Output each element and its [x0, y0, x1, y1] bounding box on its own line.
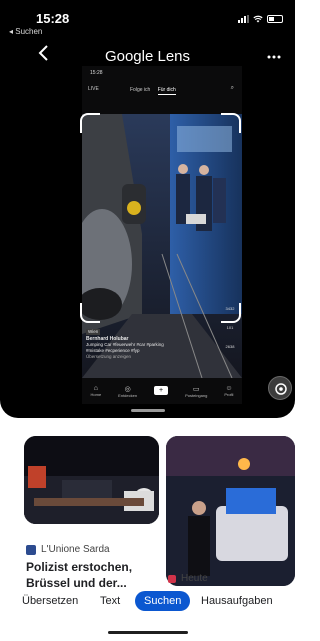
result-source-name: L'Unione Sarda	[41, 544, 110, 555]
lens-search-button[interactable]	[268, 376, 292, 400]
inner-nav-label: Home	[90, 392, 102, 397]
result-thumbnail	[24, 436, 159, 524]
lens-viewer: 15:28 ◂ Suchen Google Lens 15:28 LIVE Fo…	[0, 0, 295, 418]
status-time: 15:28	[36, 11, 70, 26]
crop-handle-top-right[interactable]	[221, 113, 241, 133]
home-icon: ⌂	[93, 385, 98, 392]
lens-icon	[275, 383, 287, 395]
result-title[interactable]: Polizist erstochen, Brüssel und der...	[26, 559, 162, 588]
battery-icon	[267, 15, 283, 23]
inner-nav-label: Profil	[224, 392, 234, 397]
more-horiz-icon	[267, 55, 281, 59]
wifi-icon	[253, 15, 263, 23]
inner-share-count: 2638	[225, 344, 235, 349]
tab-text[interactable]: Text	[100, 595, 120, 607]
inbox-icon: ▭	[192, 385, 200, 393]
sheet-drag-handle[interactable]	[131, 409, 165, 412]
plus-icon: +	[154, 386, 169, 395]
inner-search-icon: ⌕	[230, 85, 234, 91]
inner-nav-label: Posteingang	[185, 392, 208, 398]
status-icons	[238, 15, 283, 23]
inner-live-badge: LIVE	[88, 86, 99, 92]
compass-icon: ◎	[124, 385, 131, 393]
signal-icon	[238, 15, 249, 23]
profile-icon: ☺	[225, 385, 233, 392]
inner-status-time: 15:28	[90, 70, 103, 76]
crop-handle-bottom-right[interactable]	[221, 303, 241, 323]
inner-location-badge: Wien	[86, 329, 101, 335]
inner-nav-discover: ◎ Entdecken	[118, 385, 137, 398]
home-indicator[interactable]	[108, 631, 188, 634]
inner-nav-create: +	[154, 386, 169, 396]
inner-tab-foryou: Für dich	[157, 87, 176, 95]
tab-search[interactable]: Suchen	[135, 591, 191, 611]
result-thumbnail	[166, 436, 295, 586]
inner-nav-profile: ☺ Profil	[224, 385, 233, 397]
tab-translate[interactable]: Übersetzen	[22, 595, 78, 607]
crop-handle-bottom-left[interactable]	[80, 303, 100, 323]
inner-nav-home: ⌂ Home	[91, 385, 102, 397]
status-bar: 15:28 ◂ Suchen	[0, 0, 295, 38]
inner-caption: Wien Bernhard Holubar Jumping Car #feuer…	[86, 329, 206, 360]
result-source-name: Heute	[181, 573, 208, 584]
status-back-link[interactable]: ◂ Suchen	[9, 27, 42, 36]
more-button[interactable]	[267, 46, 281, 62]
inner-nav-label: Entdecken	[118, 392, 138, 398]
page-title: Google Lens	[104, 48, 191, 65]
inner-nav-bar: ⌂ Home ◎ Entdecken + ▭ Posteingang ☺ Profil	[82, 378, 242, 404]
inner-feed-tabs: Folge ich Für dich	[130, 87, 182, 95]
result-card-image[interactable]	[166, 436, 295, 586]
results-panel: L'Unione Sarda Polizist erstochen, Brüss…	[0, 418, 295, 588]
inner-translate-link: Übersetzung anzeigen	[86, 354, 132, 359]
tab-homework[interactable]: Hausaufgaben	[201, 595, 273, 607]
result-source: Heute	[168, 573, 208, 584]
inner-nav-inbox: ▭ Posteingang	[185, 385, 207, 398]
inner-tab-following: Folge ich	[130, 87, 151, 93]
result-card-image[interactable]	[24, 436, 159, 524]
lens-mode-tabs: Übersetzen Text Suchen Hausaufgaben	[0, 588, 295, 618]
result-source: L'Unione Sarda	[26, 544, 110, 555]
source-favicon-icon	[26, 544, 36, 555]
source-screenshot: 15:28 LIVE Folge ich Für dich ⌕ 3432 101…	[82, 66, 242, 404]
source-favicon-icon	[168, 574, 176, 583]
inner-topbar: LIVE Folge ich Für dich ⌕	[82, 84, 242, 98]
crop-handle-top-left[interactable]	[80, 113, 100, 133]
